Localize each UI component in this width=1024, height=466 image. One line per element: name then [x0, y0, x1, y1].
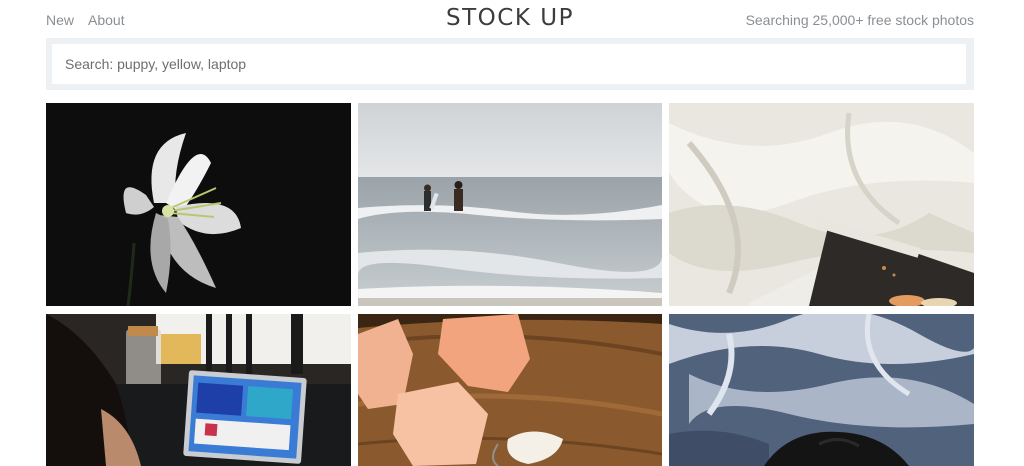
salt-photo: [358, 314, 662, 466]
search-bar: [46, 38, 974, 90]
laptop-photo: [46, 314, 351, 466]
photo-tile-rug[interactable]: [669, 314, 974, 466]
photo-tile-linen[interactable]: [669, 103, 974, 306]
photo-tile-salt[interactable]: [358, 314, 663, 466]
site-tagline: Searching 25,000+ free stock photos: [745, 12, 974, 28]
rug-photo: [669, 314, 974, 466]
site-header: New About STOCK UP Searching 25,000+ fre…: [46, 0, 974, 38]
lily-photo: [46, 103, 351, 306]
photo-tile-lily[interactable]: [46, 103, 351, 306]
photo-tile-beach[interactable]: [358, 103, 663, 306]
beach-photo: [358, 103, 662, 306]
photo-tile-laptop[interactable]: [46, 314, 351, 466]
search-input[interactable]: [52, 44, 966, 84]
linen-photo: [669, 103, 974, 306]
